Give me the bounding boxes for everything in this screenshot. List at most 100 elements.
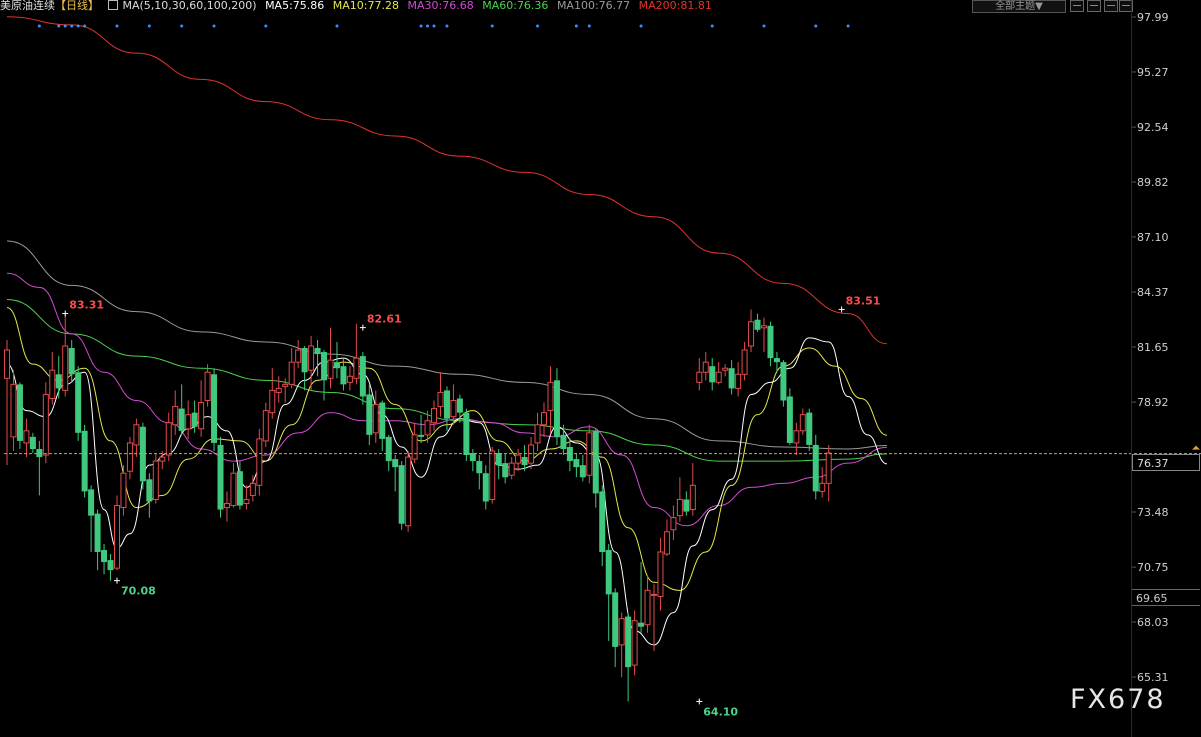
candle-body [126, 442, 133, 472]
candle-body [385, 436, 392, 462]
candle-body [786, 396, 793, 443]
candle-body [541, 412, 548, 426]
candle-body [767, 325, 774, 359]
candle-body [715, 371, 722, 383]
y-tick-label: 65.31 [1137, 671, 1169, 684]
candle-body [799, 414, 806, 432]
high-label: 83.51 [846, 294, 881, 307]
candle-body [223, 503, 230, 509]
event-dot-icon [432, 24, 436, 28]
candle-body [62, 345, 69, 391]
candle-body [133, 424, 140, 446]
high-label: 83.31 [69, 298, 104, 311]
candle-body [101, 549, 108, 563]
y-tick-label: 68.03 [1137, 616, 1169, 629]
candle-body [553, 380, 560, 437]
y-tick-label: 87.10 [1137, 231, 1169, 244]
y-tick-label: 89.82 [1137, 176, 1169, 189]
candle-body [424, 420, 431, 436]
layout-icon[interactable] [1087, 0, 1101, 12]
ma100-value: MA100:76.77 [556, 0, 631, 12]
candle-body [495, 453, 502, 466]
candle-body [534, 424, 541, 444]
candle-body [722, 367, 729, 371]
event-dot-icon [115, 24, 119, 28]
ma10-line [6, 307, 888, 591]
candle-body [113, 505, 120, 569]
event-dot-icon [639, 24, 643, 28]
candle-body [29, 436, 36, 449]
candle-body [418, 434, 425, 437]
high-label: 82.61 [367, 313, 402, 326]
candle-body [560, 434, 567, 449]
y-tick-label: 73.48 [1137, 506, 1169, 519]
candle-body [670, 517, 677, 531]
event-dot-icon [147, 24, 151, 28]
candle-body [760, 325, 767, 329]
ma-indicator-icon[interactable] [107, 0, 123, 12]
candle-body [359, 356, 366, 397]
candle-body [754, 319, 761, 330]
ma5-value: MA5:75.86 [265, 0, 325, 12]
candle-body [178, 408, 185, 431]
candle-body [204, 371, 211, 402]
candle-body [592, 430, 599, 494]
event-dot-icon [536, 24, 540, 28]
candle-body [211, 374, 218, 443]
period-label[interactable]: 【日线】 [55, 0, 99, 12]
candle-body [709, 366, 716, 383]
candle-body [4, 349, 10, 379]
candle-body [521, 457, 528, 466]
candle-body [191, 412, 198, 427]
candle-body [42, 393, 49, 456]
y-tick-label: 70.75 [1137, 561, 1169, 574]
event-dot-icon [426, 24, 430, 28]
ma30-value: MA30:76.68 [407, 0, 474, 12]
settings-icon[interactable] [1104, 0, 1118, 12]
candle-body [249, 482, 256, 496]
y-tick-label: 97.99 [1137, 11, 1169, 24]
candle-body [793, 430, 800, 444]
candle-body [23, 430, 30, 444]
candle-body [185, 414, 192, 430]
candle-body [256, 438, 263, 486]
ma60-value: MA60:76.36 [482, 0, 549, 12]
candle-body [683, 499, 690, 512]
candle-body [657, 551, 664, 597]
candle-body [618, 618, 625, 646]
candle-body [515, 454, 522, 464]
candle-body [612, 592, 619, 647]
candle-body [748, 321, 755, 347]
candle-body [49, 369, 56, 399]
candle-body [217, 444, 224, 510]
price-chart[interactable]: 83.31 70.08 82.61 64.10 83.51 97.99 95.27 92.5… [0, 0, 1201, 737]
candle-body [392, 459, 399, 468]
candle-body [107, 560, 114, 571]
ma200-line [6, 16, 887, 345]
event-dot-icon [587, 24, 591, 28]
candle-body [10, 383, 17, 438]
theme-select-button[interactable]: 全部主题▼ [972, 0, 1066, 13]
candle-body [773, 358, 780, 363]
instrument-name: 美原油连续 [0, 0, 55, 12]
candle-body [379, 402, 386, 439]
event-dot-icon [212, 24, 216, 28]
chart-header: 美原油连续【日线】 MA(5,10,30,60,100,200) MA5:75.… [0, 0, 960, 13]
candle-body [152, 460, 159, 500]
candle-body [275, 387, 282, 393]
y-tick-label: 95.27 [1137, 66, 1169, 79]
y-tick-label: 81.65 [1137, 341, 1169, 354]
candle-body [88, 489, 95, 516]
candle-body [689, 484, 696, 511]
zoom-in-icon[interactable] [1070, 0, 1084, 12]
candle-body [825, 452, 832, 484]
current-price-arrow-icon [1192, 445, 1200, 450]
candle-body [469, 453, 476, 462]
candle-body [75, 372, 82, 433]
candle-body [676, 498, 683, 517]
candle-body [463, 412, 470, 456]
candle-body [456, 398, 463, 413]
candle-body [702, 361, 709, 373]
candle-body [282, 383, 289, 387]
candle-body [806, 412, 813, 445]
